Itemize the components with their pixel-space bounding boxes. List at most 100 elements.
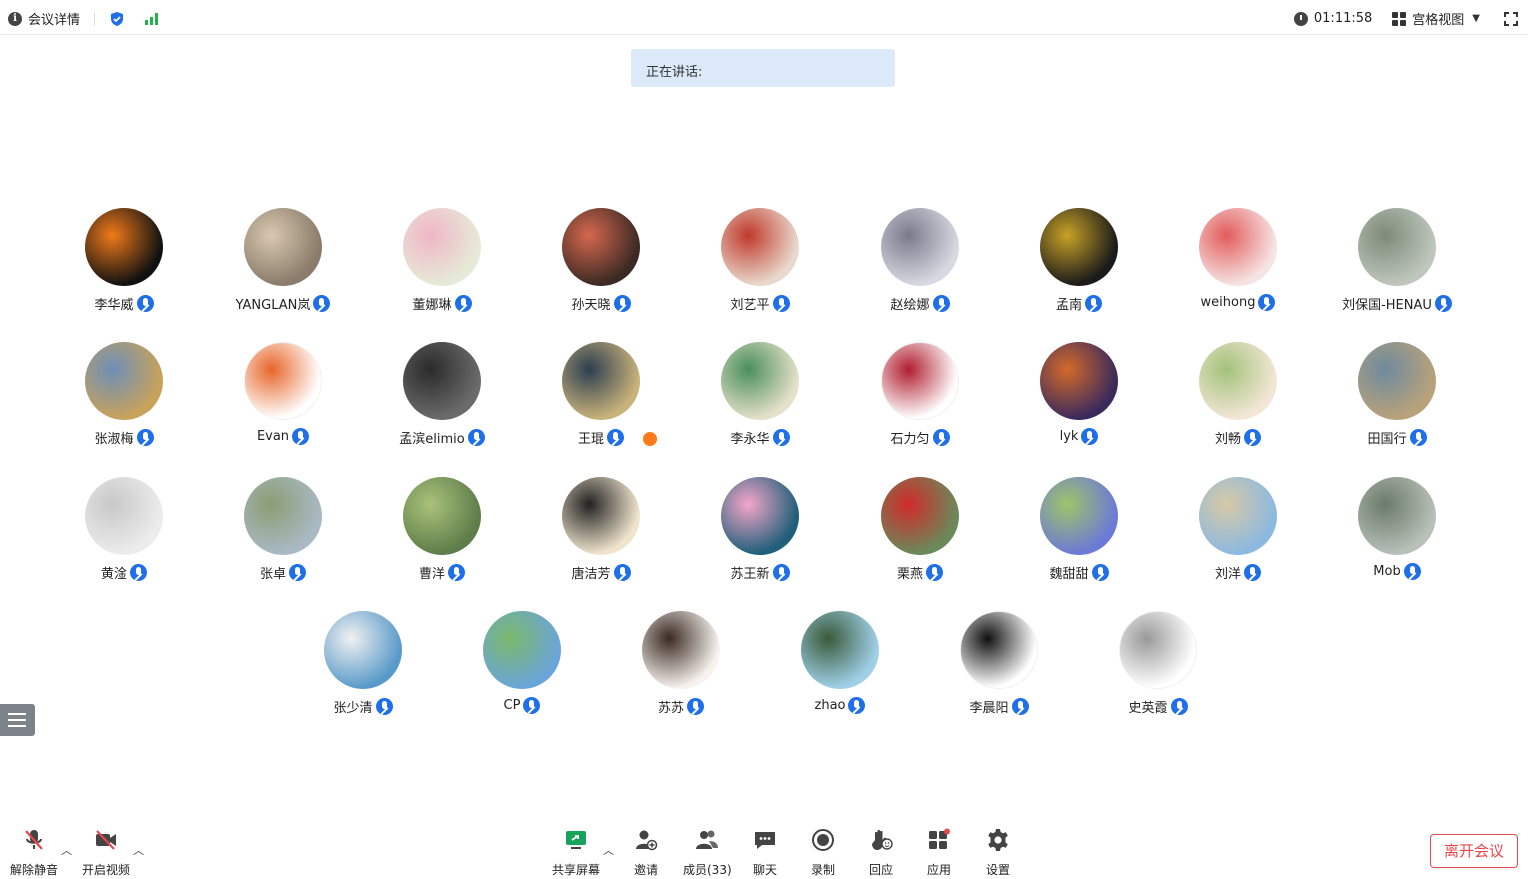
participant-tile[interactable]: 张少清: [283, 611, 443, 716]
participant-avatar[interactable]: [1199, 477, 1277, 555]
participant-tile[interactable]: 刘畅: [1158, 342, 1318, 447]
info-icon[interactable]: i: [8, 11, 22, 26]
participant-tile[interactable]: 孙天晓: [521, 208, 681, 313]
participant-avatar[interactable]: [642, 611, 720, 689]
participant-tile[interactable]: CP: [442, 611, 602, 714]
participant-tile[interactable]: 田国行: [1317, 342, 1477, 447]
participant-avatar[interactable]: [1119, 611, 1197, 689]
participant-tile[interactable]: 唐洁芳: [521, 477, 681, 582]
participant-avatar[interactable]: [85, 208, 163, 286]
participant-avatar[interactable]: [881, 342, 959, 420]
participant-tile[interactable]: 赵绘娜: [840, 208, 1000, 313]
participant-avatar[interactable]: [1358, 342, 1436, 420]
participant-tile[interactable]: Mob: [1317, 477, 1477, 580]
participant-tile[interactable]: 栗燕: [840, 477, 1000, 582]
audio-options-chevron-icon[interactable]: ︿: [61, 842, 72, 858]
participant-tile[interactable]: lyk: [999, 342, 1159, 445]
participant-avatar[interactable]: [1040, 342, 1118, 420]
participant-name: 田国行: [1367, 432, 1407, 447]
meeting-details-link[interactable]: 会议详情: [28, 9, 80, 28]
participant-avatar[interactable]: [562, 342, 640, 420]
participant-tile[interactable]: 张淑梅: [44, 342, 204, 447]
record-button[interactable]: 录制: [811, 828, 835, 878]
signal-strength-icon[interactable]: [145, 12, 159, 25]
participant-tile[interactable]: Evan: [203, 342, 363, 445]
participant-avatar[interactable]: [244, 477, 322, 555]
participant-avatar[interactable]: [562, 477, 640, 555]
participant-avatar[interactable]: [85, 477, 163, 555]
settings-button[interactable]: 设置: [986, 828, 1010, 878]
participant-avatar[interactable]: [1199, 208, 1277, 286]
participant-avatar[interactable]: [881, 477, 959, 555]
participant-name-row: 孟滨elimio: [362, 428, 522, 447]
list-toggle-button[interactable]: [0, 704, 35, 736]
chevron-down-icon[interactable]: ▼: [1472, 13, 1480, 24]
unmute-button[interactable]: 解除静音: [10, 828, 58, 878]
participant-avatar[interactable]: [85, 342, 163, 420]
participant-tile[interactable]: 史英霞: [1078, 611, 1238, 716]
members-button[interactable]: 成员(33): [683, 828, 732, 878]
participant-avatar[interactable]: [244, 342, 322, 420]
participant-avatar[interactable]: [721, 208, 799, 286]
participant-avatar[interactable]: [721, 477, 799, 555]
participant-tile[interactable]: 石力匀: [840, 342, 1000, 447]
participant-tile[interactable]: weihong: [1158, 208, 1318, 311]
participant-tile[interactable]: 刘保国-HENAU: [1317, 208, 1477, 313]
participant-tile[interactable]: 张卓: [203, 477, 363, 582]
participant-tile[interactable]: 李华威: [44, 208, 204, 313]
participant-name-row: 黄淦: [44, 563, 204, 582]
participant-name: 石力匀: [890, 432, 930, 447]
participant-tile[interactable]: 刘艺平: [680, 208, 840, 313]
shield-icon[interactable]: [109, 11, 125, 27]
participant-tile[interactable]: 李永华: [680, 342, 840, 447]
participant-name: 张少清: [333, 701, 373, 716]
participant-tile[interactable]: 黄淦: [44, 477, 204, 582]
participant-avatar[interactable]: [881, 208, 959, 286]
participant-tile[interactable]: YANGLAN岚: [203, 208, 363, 313]
participant-name-row: 田国行: [1317, 428, 1477, 447]
participant-avatar[interactable]: [1358, 208, 1436, 286]
chat-button[interactable]: 聊天: [753, 828, 777, 878]
top-bar-left: i 会议详情: [8, 9, 159, 28]
participant-tile[interactable]: 董娜琳: [362, 208, 522, 313]
participant-avatar[interactable]: [801, 611, 879, 689]
mic-status-icon: [1081, 428, 1099, 445]
share-options-chevron-icon[interactable]: ︿: [603, 842, 614, 858]
fullscreen-icon[interactable]: [1504, 11, 1518, 26]
mic-status-icon: [289, 564, 306, 581]
react-button[interactable]: 回应: [869, 828, 893, 878]
participant-avatar[interactable]: [403, 342, 481, 420]
video-options-chevron-icon[interactable]: ︿: [133, 842, 144, 858]
participant-tile[interactable]: zhao: [760, 611, 920, 714]
apps-button[interactable]: 应用: [927, 828, 951, 878]
participant-tile[interactable]: 魏甜甜: [999, 477, 1159, 582]
share-screen-button[interactable]: 共享屏幕: [552, 828, 600, 878]
participant-avatar[interactable]: [403, 208, 481, 286]
participant-tile[interactable]: 孟南: [999, 208, 1159, 313]
grid-view-icon[interactable]: [1392, 11, 1407, 26]
participant-avatar[interactable]: [324, 611, 402, 689]
view-mode-selector[interactable]: 宫格视图: [1412, 9, 1464, 28]
participant-avatar[interactable]: [244, 208, 322, 286]
participant-name: 张卓: [259, 567, 286, 582]
participant-avatar[interactable]: [721, 342, 799, 420]
leave-meeting-button[interactable]: 离开会议: [1430, 834, 1518, 868]
participant-tile[interactable]: 王琨: [521, 342, 681, 447]
participant-avatar[interactable]: [1199, 342, 1277, 420]
participant-tile[interactable]: 苏王新: [680, 477, 840, 582]
participant-tile[interactable]: 刘洋: [1158, 477, 1318, 582]
participant-tile[interactable]: 苏苏: [601, 611, 761, 716]
participant-avatar[interactable]: [1040, 208, 1118, 286]
participant-avatar[interactable]: [483, 611, 561, 689]
divider: [94, 11, 96, 26]
participant-tile[interactable]: 曹洋: [362, 477, 522, 582]
participant-tile[interactable]: 孟滨elimio: [362, 342, 522, 447]
participant-avatar[interactable]: [403, 477, 481, 555]
participant-tile[interactable]: 李晨阳: [919, 611, 1079, 716]
start-video-button[interactable]: 开启视频: [82, 828, 130, 878]
participant-avatar[interactable]: [960, 611, 1038, 689]
invite-button[interactable]: 邀请: [634, 828, 658, 878]
participant-avatar[interactable]: [1040, 477, 1118, 555]
participant-avatar[interactable]: [562, 208, 640, 286]
participant-avatar[interactable]: [1358, 477, 1436, 555]
